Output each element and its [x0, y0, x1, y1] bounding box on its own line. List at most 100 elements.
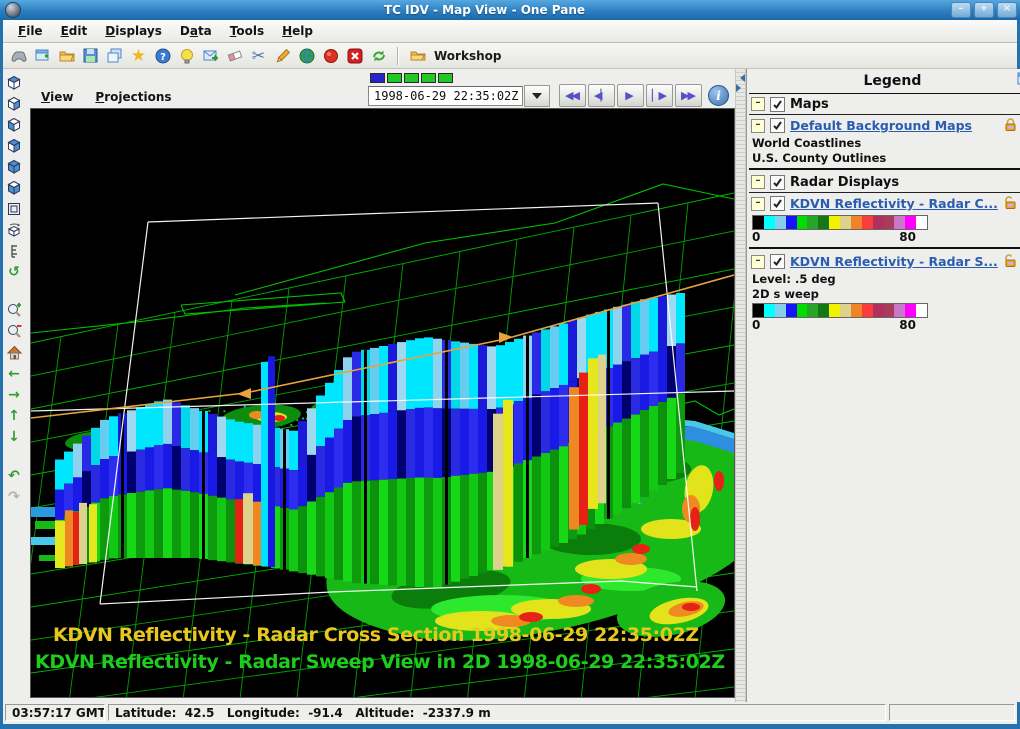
- maps-category-row: – Maps: [749, 94, 1020, 115]
- reflectivity-colorbar[interactable]: [752, 215, 928, 230]
- collapse-map-item-button[interactable]: –: [751, 119, 765, 133]
- globe-icon[interactable]: [296, 45, 317, 66]
- menu-projections[interactable]: Projections: [87, 89, 179, 105]
- pan-up-icon[interactable]: ↑: [3, 406, 25, 425]
- view-cube-bottom-icon[interactable]: [3, 178, 25, 197]
- item-checkbox[interactable]: [770, 196, 785, 211]
- map-item-checkbox[interactable]: [770, 118, 785, 133]
- vertical-scale-icon[interactable]: [3, 241, 25, 260]
- idv-window: TC IDV - Map View - One Pane – + × File …: [0, 0, 1020, 729]
- tip-bulb-icon[interactable]: [176, 45, 197, 66]
- map-layer-line: U.S. County Outlines: [749, 151, 1020, 166]
- redo-icon[interactable]: ↷: [3, 487, 25, 506]
- collapse-maps-button[interactable]: –: [751, 97, 765, 111]
- copy-icon[interactable]: [104, 45, 125, 66]
- radar-sweep-link[interactable]: KDVN Reflectivity - Radar S...: [790, 254, 998, 269]
- menu-bar: File Edit Displays Data Tools Help: [3, 20, 1017, 43]
- edit-pencil-icon[interactable]: [272, 45, 293, 66]
- menu-displays[interactable]: Displays: [96, 23, 171, 39]
- close-button[interactable]: ×: [997, 2, 1017, 18]
- pan-left-icon[interactable]: ←: [3, 364, 25, 383]
- workshop-folder-icon[interactable]: [407, 45, 428, 66]
- radar-category-row: – Radar Displays: [749, 172, 1020, 193]
- play-button[interactable]: ▶: [617, 84, 644, 107]
- animation-properties-button[interactable]: i: [708, 85, 729, 106]
- favorite-star-icon[interactable]: ★: [128, 45, 149, 66]
- pan-right-icon[interactable]: →: [3, 385, 25, 404]
- minimize-button[interactable]: –: [951, 2, 971, 18]
- record-icon[interactable]: [320, 45, 341, 66]
- title-bar[interactable]: TC IDV - Map View - One Pane – + ×: [0, 0, 1020, 20]
- legend-divider: [749, 247, 1020, 249]
- colorbar-labels: 0 80: [752, 318, 928, 333]
- map-3d-canvas[interactable]: KDVN Reflectivity - Radar Cross Section …: [30, 108, 735, 698]
- fast-forward-button[interactable]: ▶▶: [675, 84, 702, 107]
- maps-visibility-checkbox[interactable]: [770, 97, 785, 112]
- legend-panel: Legend – Maps – Default Background Maps …: [746, 69, 1020, 702]
- map-layer-line: World Coastlines: [749, 136, 1020, 151]
- collapse-right-icon[interactable]: [736, 84, 745, 92]
- collapse-item-button[interactable]: –: [751, 197, 765, 211]
- sweep-label: KDVN Reflectivity - Radar Sweep View in …: [35, 651, 725, 673]
- radar-cross-section-link[interactable]: KDVN Reflectivity - Radar C...: [790, 196, 998, 211]
- menu-view[interactable]: View: [33, 89, 81, 105]
- toolbar-separator: [397, 47, 399, 65]
- send-mail-icon[interactable]: [200, 45, 221, 66]
- menu-data[interactable]: Data: [171, 23, 221, 39]
- view-cube-front-icon[interactable]: [3, 157, 25, 176]
- delete-icon[interactable]: [344, 45, 365, 66]
- view-cube-left-icon[interactable]: [3, 115, 25, 134]
- status-bar: 03:57:17 GMT Latitude: 42.5 Longitude: -…: [3, 702, 1017, 724]
- legend-splitter[interactable]: [735, 69, 746, 702]
- workshop-label[interactable]: Workshop: [434, 49, 501, 63]
- maps-category-label: Maps: [790, 97, 829, 112]
- map-item-link[interactable]: Default Background Maps: [790, 118, 998, 133]
- view-cube-back-icon[interactable]: [3, 136, 25, 155]
- zoom-in-icon[interactable]: [3, 301, 25, 320]
- animation-control: 1998-06-29 22:35:02Z ◀◀ ◀▏ ▶ ▏▶ ▶▶ i: [368, 73, 729, 107]
- radar-visibility-checkbox[interactable]: [770, 175, 785, 190]
- console-icon[interactable]: [8, 45, 29, 66]
- step-back-button[interactable]: ◀▏: [588, 84, 615, 107]
- menu-file[interactable]: File: [9, 23, 52, 39]
- time-step-boxes[interactable]: [370, 73, 453, 83]
- eraser-icon[interactable]: [224, 45, 245, 66]
- view-cube-right-icon[interactable]: [3, 94, 25, 113]
- collapse-item-button[interactable]: –: [751, 255, 765, 269]
- menu-edit[interactable]: Edit: [52, 23, 97, 39]
- pan-down-icon[interactable]: ↓: [3, 427, 25, 446]
- undo-icon[interactable]: ↶: [3, 466, 25, 485]
- menu-help[interactable]: Help: [273, 23, 322, 39]
- reset-projection-icon[interactable]: ↺: [3, 262, 25, 281]
- sweep-mode-line: 2D s weep: [749, 287, 1020, 302]
- open-folder-icon[interactable]: [56, 45, 77, 66]
- maximize-button[interactable]: +: [974, 2, 994, 18]
- step-forward-button[interactable]: ▏▶: [646, 84, 673, 107]
- message-display: [889, 704, 1015, 721]
- view-cube-top-icon[interactable]: [3, 73, 25, 92]
- rotate-view-icon[interactable]: [3, 220, 25, 239]
- save-icon[interactable]: [80, 45, 101, 66]
- collapse-left-icon[interactable]: [736, 74, 745, 82]
- map-view-header: View Projections 1998-06-29 22:35:02Z ◀◀…: [25, 69, 735, 108]
- cursor-position-display: Latitude: 42.5 Longitude: -91.4 Altitude…: [108, 704, 886, 721]
- time-field[interactable]: 1998-06-29 22:35:02Z: [368, 86, 523, 106]
- zoom-out-icon[interactable]: [3, 322, 25, 341]
- refresh-icon[interactable]: [368, 45, 389, 66]
- home-icon[interactable]: [3, 343, 25, 362]
- help-icon[interactable]: ?: [152, 45, 173, 66]
- item-checkbox[interactable]: [770, 254, 785, 269]
- radar-category-label: Radar Displays: [790, 175, 899, 190]
- unlock-icon[interactable]: [1003, 253, 1018, 271]
- cut-scissors-icon[interactable]: ✂: [248, 45, 269, 66]
- new-window-icon[interactable]: [32, 45, 53, 66]
- reflectivity-colorbar[interactable]: [752, 303, 928, 318]
- menu-tools[interactable]: Tools: [221, 23, 273, 39]
- collapse-radar-button[interactable]: –: [751, 175, 765, 189]
- lock-icon[interactable]: [1003, 117, 1018, 135]
- time-dropdown-button[interactable]: [524, 85, 550, 107]
- svg-text:?: ?: [160, 52, 166, 63]
- rewind-button[interactable]: ◀◀: [559, 84, 586, 107]
- unlock-icon[interactable]: [1003, 195, 1018, 213]
- view-2d-icon[interactable]: [3, 199, 25, 218]
